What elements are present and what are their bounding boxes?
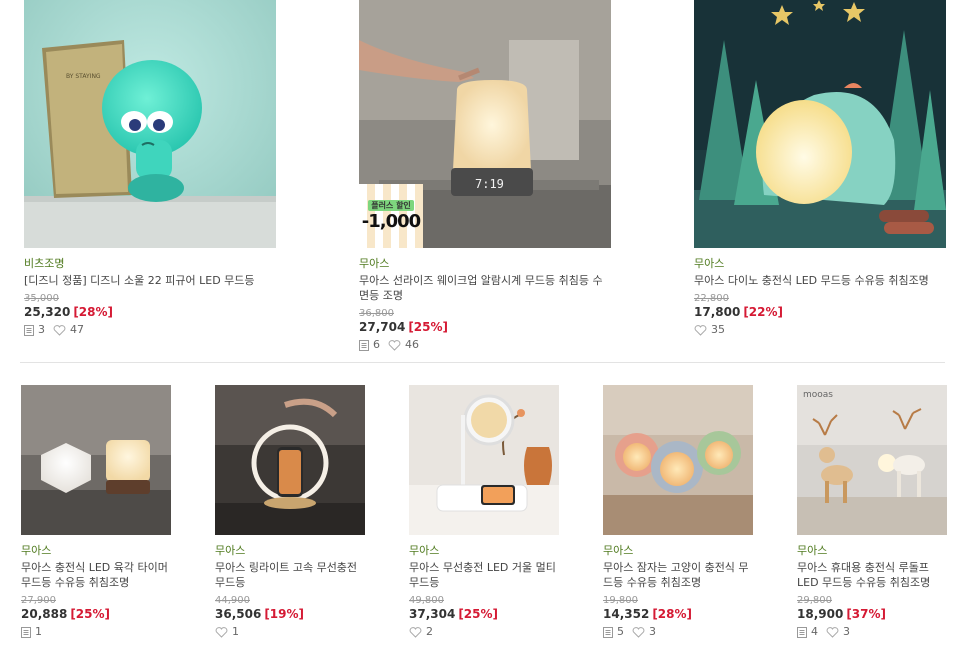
product-title[interactable]: 무아스 링라이트 고속 무선충전 무드등: [215, 560, 367, 590]
review-count: 3: [38, 323, 45, 336]
review-count: 6: [373, 338, 380, 351]
product-card[interactable]: 무아스 무아스 다이노 충전식 LED 무드등 수유등 취침조명 22,800 …: [694, 0, 946, 337]
discount-rate: [22%]: [743, 305, 784, 319]
product-card[interactable]: 무아스 무아스 링라이트 고속 무선충전 무드등 44,900 36,506 [1…: [215, 385, 367, 639]
like-count: 2: [426, 625, 433, 638]
product-title[interactable]: 무아스 무선충전 LED 거울 멀티 무드등: [409, 560, 561, 590]
discount-rate: [25%]: [70, 607, 111, 621]
discount-rate: [19%]: [264, 607, 305, 621]
product-brand[interactable]: 무아스: [409, 544, 561, 558]
product-title[interactable]: 무아스 충전식 LED 육각 타이머 무드등 수유등 취침조명: [21, 560, 173, 590]
product-title[interactable]: 무아스 선라이즈 웨이크업 알람시계 무드등 취침등 수면등 조명: [359, 273, 611, 303]
discount-rate: [37%]: [846, 607, 887, 621]
product-title[interactable]: [디즈니 정품] 디즈니 소울 22 피규어 LED 무드등: [24, 273, 276, 288]
original-price: 49,800: [409, 595, 444, 606]
discount-rate: [28%]: [73, 305, 114, 319]
heart-outline-icon[interactable]: [409, 626, 422, 638]
sale-price: 36,506: [215, 607, 262, 621]
product-brand[interactable]: 무아스: [21, 544, 173, 558]
row-divider: [20, 362, 945, 363]
product-card[interactable]: 무아스 무아스 잠자는 고양이 충전식 무드등 수유등 취침조명 19,800 …: [603, 385, 755, 639]
heart-outline-icon[interactable]: [53, 324, 66, 336]
svg-text:7:19: 7:19: [475, 177, 504, 191]
sale-price: 37,304: [409, 607, 456, 621]
sale-price: 27,704: [359, 320, 406, 334]
discount-rate: [25%]: [408, 320, 449, 334]
product-card[interactable]: BY STAYING 비츠조명 [디즈니 정품] 디즈니 소울 22 피규어 L…: [24, 0, 276, 337]
product-brand[interactable]: 비츠조명: [24, 257, 276, 271]
original-price: 19,800: [603, 595, 638, 606]
product-image[interactable]: [21, 385, 171, 535]
product-card[interactable]: 무아스 무아스 충전식 LED 육각 타이머 무드등 수유등 취침조명 27,9…: [21, 385, 173, 639]
like-count: 35: [711, 323, 725, 336]
product-brand[interactable]: 무아스: [694, 257, 946, 271]
review-list-icon: [24, 324, 34, 336]
original-price: 29,800: [797, 595, 832, 606]
sale-price: 14,352: [603, 607, 650, 621]
review-list-icon: [797, 626, 807, 638]
heart-outline-icon[interactable]: [215, 626, 228, 638]
product-brand[interactable]: 무아스: [215, 544, 367, 558]
plus-discount-badge: 플러스 할인 -1,000: [359, 184, 423, 248]
original-price: 22,800: [694, 293, 729, 304]
heart-outline-icon[interactable]: [388, 339, 401, 351]
original-price: 44,900: [215, 595, 250, 606]
product-image[interactable]: [409, 385, 559, 535]
discount-rate: [25%]: [458, 607, 499, 621]
review-list-icon: [359, 339, 369, 351]
product-image[interactable]: [215, 385, 365, 535]
product-brand[interactable]: 무아스: [359, 257, 611, 271]
product-card[interactable]: 7:19 플러스 할인 -1,000 무아스 무아스 선라이즈 웨이크업 알람시…: [359, 0, 611, 352]
product-card[interactable]: 무아스 무아스 무선충전 LED 거울 멀티 무드등 49,800 37,304…: [409, 385, 561, 639]
review-count: 5: [617, 625, 624, 638]
review-count: 1: [35, 625, 42, 638]
heart-outline-icon[interactable]: [826, 626, 839, 638]
product-image[interactable]: mooas: [797, 385, 947, 535]
product-title[interactable]: 무아스 다이노 충전식 LED 무드등 수유등 취침조명: [694, 273, 946, 288]
original-price: 27,900: [21, 595, 56, 606]
sale-price: 17,800: [694, 305, 741, 319]
product-title[interactable]: 무아스 잠자는 고양이 충전식 무드등 수유등 취침조명: [603, 560, 755, 590]
heart-outline-icon[interactable]: [694, 324, 707, 336]
product-brand[interactable]: 무아스: [603, 544, 755, 558]
svg-text:BY STAYING: BY STAYING: [66, 73, 101, 80]
review-list-icon: [603, 626, 613, 638]
review-list-icon: [21, 626, 31, 638]
original-price: 36,800: [359, 308, 394, 319]
discount-rate: [28%]: [652, 607, 693, 621]
sale-price: 20,888: [21, 607, 68, 621]
image-logo: mooas: [803, 390, 833, 400]
review-count: 4: [811, 625, 818, 638]
product-title[interactable]: 무아스 휴대용 충전식 루돌프 LED 무드등 수유등 취침조명: [797, 560, 949, 590]
original-price: 35,000: [24, 293, 59, 304]
like-count: 1: [232, 625, 239, 638]
product-image[interactable]: 7:19 플러스 할인 -1,000: [359, 0, 611, 248]
product-image[interactable]: [694, 0, 946, 248]
product-image[interactable]: [603, 385, 753, 535]
like-count: 3: [843, 625, 850, 638]
like-count: 3: [649, 625, 656, 638]
product-brand[interactable]: 무아스: [797, 544, 949, 558]
like-count: 46: [405, 338, 419, 351]
sale-price: 25,320: [24, 305, 71, 319]
sale-price: 18,900: [797, 607, 844, 621]
product-image[interactable]: BY STAYING: [24, 0, 276, 248]
product-card[interactable]: mooas 무아스 무아스 휴대용 충전식 루돌프 LED 무드등 수유등 취침…: [797, 385, 949, 639]
heart-outline-icon[interactable]: [632, 626, 645, 638]
like-count: 47: [70, 323, 84, 336]
